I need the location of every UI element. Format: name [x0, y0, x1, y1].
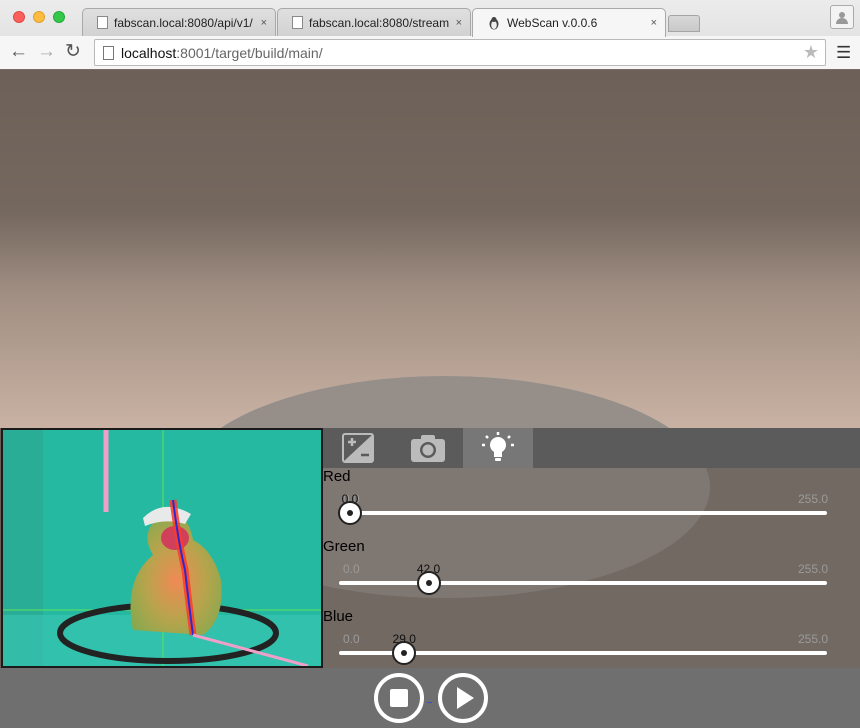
light-bulb-icon	[482, 432, 514, 461]
slider-track[interactable]	[339, 511, 827, 515]
panel-tabbar	[323, 428, 860, 468]
reload-icon[interactable]: ↻	[65, 42, 81, 62]
new-tab-button[interactable]	[668, 15, 700, 32]
divider	[427, 702, 432, 703]
slider-label: Green	[323, 538, 365, 555]
slider-red: Red 0.0 255.0 0.0	[323, 468, 860, 538]
tab-close-icon[interactable]: ×	[651, 17, 657, 29]
url-host: localhost	[121, 44, 177, 61]
stop-icon	[390, 689, 408, 707]
close-window-button[interactable]	[13, 11, 25, 23]
slider-label: Blue	[323, 608, 354, 625]
tab-title: WebScan v.0.0.6	[507, 16, 598, 30]
zoom-window-button[interactable]	[53, 11, 65, 23]
settings-panel: Red 0.0 255.0 0.0 Green 0.0 255.0 42.0 B…	[323, 428, 860, 668]
page-icon	[292, 16, 303, 29]
minimize-window-button[interactable]	[33, 11, 45, 23]
play-button[interactable]	[438, 673, 488, 723]
browser-chrome: fabscan.local:8080/api/v1/ × fabscan.loc…	[0, 0, 860, 69]
exposure-icon	[342, 433, 374, 463]
forward-arrow-icon[interactable]: →	[37, 42, 56, 62]
camera-preview	[1, 428, 323, 668]
slider-thumb[interactable]	[416, 571, 441, 595]
scan-controls	[0, 668, 860, 728]
address-bar[interactable]: localhost:8001/target/build/main/ ★	[94, 39, 826, 66]
slider-green: Green 0.0 255.0 42.0	[323, 538, 860, 608]
browser-tab[interactable]: fabscan.local:8080/api/v1/ ×	[82, 8, 276, 36]
browser-toolbar: ← → ↻ localhost:8001/target/build/main/ …	[0, 36, 860, 69]
camera-icon	[411, 435, 445, 462]
tab-close-icon[interactable]: ×	[261, 17, 267, 29]
browser-tab-active[interactable]: WebScan v.0.0.6 ×	[472, 8, 666, 37]
slider-label: Red	[323, 468, 351, 485]
slider-max: 255.0	[797, 562, 828, 576]
tab-exposure[interactable]	[323, 428, 393, 468]
slider-thumb[interactable]	[392, 641, 417, 665]
slider-max: 255.0	[797, 632, 828, 646]
scene-viewport[interactable]	[0, 70, 860, 428]
back-arrow-icon[interactable]: ←	[9, 42, 28, 62]
bookmark-star-icon[interactable]: ★	[803, 42, 819, 63]
menu-icon[interactable]: ☰	[836, 44, 851, 61]
profile-icon[interactable]	[830, 5, 854, 29]
play-icon	[457, 687, 474, 709]
tab-camera[interactable]	[393, 428, 463, 468]
camera-image	[3, 430, 321, 666]
stop-button[interactable]	[374, 673, 424, 723]
url-path: :8001/target/build/main/	[176, 44, 323, 61]
slider-min: 0.0	[343, 632, 360, 646]
slider-thumb[interactable]	[338, 501, 362, 525]
slider-max: 255.0	[797, 492, 828, 506]
page-icon	[97, 16, 108, 29]
penguin-icon	[489, 17, 499, 30]
slider-track[interactable]	[339, 581, 827, 585]
tab-title: fabscan.local:8080/stream	[309, 15, 450, 30]
tab-light[interactable]	[463, 428, 533, 468]
tab-title: fabscan.local:8080/api/v1/	[114, 15, 253, 30]
tab-close-icon[interactable]: ×	[456, 17, 462, 29]
color-sliders: Red 0.0 255.0 0.0 Green 0.0 255.0 42.0 B…	[323, 468, 860, 668]
control-area: Red 0.0 255.0 0.0 Green 0.0 255.0 42.0 B…	[0, 376, 860, 668]
page-icon	[103, 45, 114, 60]
slider-min: 0.0	[343, 562, 360, 576]
browser-tab[interactable]: fabscan.local:8080/stream ×	[277, 8, 471, 36]
